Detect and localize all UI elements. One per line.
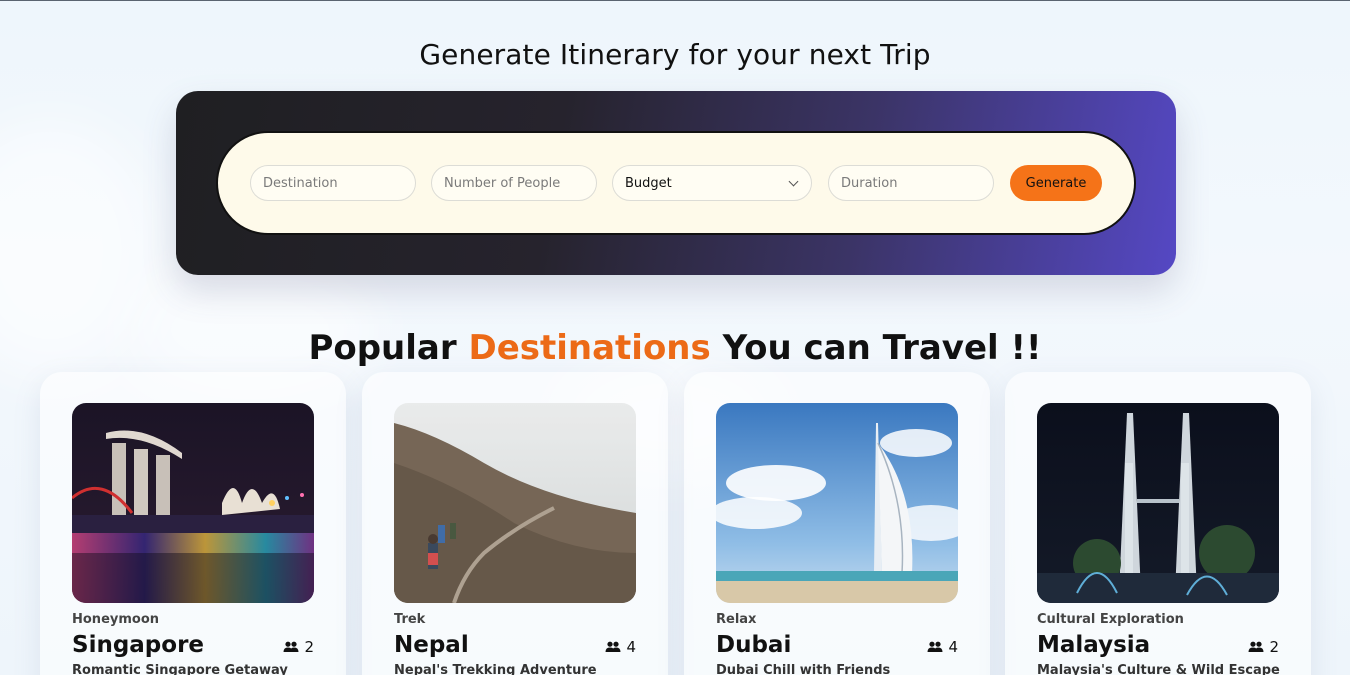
duration-input[interactable]: Duration	[828, 165, 994, 201]
card-title: Dubai	[716, 632, 792, 658]
section-title-part1: Popular	[308, 328, 469, 368]
dubai-photo	[716, 403, 958, 603]
card-subtitle: Nepal's Trekking Adventure	[394, 663, 597, 675]
destination-placeholder: Destination	[263, 175, 338, 191]
card-people-count: 4	[605, 638, 636, 656]
destination-card-malaysia[interactable]: Cultural Exploration Malaysia 2 Malaysia…	[1005, 372, 1311, 675]
card-title: Singapore	[72, 632, 205, 658]
search-bar: Destination Number of People Budget Dura…	[216, 131, 1136, 235]
group-icon	[1248, 641, 1264, 652]
generate-button[interactable]: Generate	[1010, 165, 1102, 201]
card-people-count: 2	[283, 638, 314, 656]
card-subtitle: Dubai Chill with Friends	[716, 663, 891, 675]
card-subtitle: Malaysia's Culture & Wild Escape	[1037, 663, 1280, 675]
section-title-part2: You can Travel !!	[710, 328, 1042, 368]
destination-input[interactable]: Destination	[250, 165, 416, 201]
group-icon	[283, 641, 299, 652]
people-count: 4	[626, 638, 636, 656]
card-category: Cultural Exploration	[1037, 612, 1184, 627]
card-title: Nepal	[394, 632, 469, 658]
group-icon	[927, 641, 943, 652]
nepal-photo	[394, 403, 636, 603]
card-category: Honeymoon	[72, 612, 160, 627]
people-count: 4	[948, 638, 958, 656]
card-category: Trek	[394, 612, 426, 627]
group-icon	[605, 641, 621, 652]
singapore-photo	[72, 403, 314, 603]
destination-card-dubai[interactable]: Relax Dubai 4 Dubai Chill with Friends	[684, 372, 990, 675]
duration-placeholder: Duration	[841, 175, 898, 191]
destination-card-nepal[interactable]: Trek Nepal 4 Nepal's Trekking Adventure	[362, 372, 668, 675]
people-count: 2	[304, 638, 314, 656]
budget-select[interactable]: Budget	[612, 165, 812, 201]
card-people-count: 2	[1248, 638, 1279, 656]
itinerary-search-panel: Destination Number of People Budget Dura…	[176, 91, 1176, 275]
card-category: Relax	[716, 612, 757, 627]
page-title: Generate Itinerary for your next Trip	[419, 38, 931, 71]
chevron-down-icon	[788, 176, 799, 186]
card-subtitle: Romantic Singapore Getaway	[72, 663, 288, 675]
section-title-accent: Destinations	[468, 328, 711, 368]
people-count: 2	[1269, 638, 1279, 656]
card-people-count: 4	[927, 638, 958, 656]
people-input[interactable]: Number of People	[431, 165, 597, 201]
destination-card-singapore[interactable]: Honeymoon Singapore 2 Romantic Singapore…	[40, 372, 346, 675]
card-title: Malaysia	[1037, 632, 1151, 658]
section-title: Popular Destinations You can Travel !!	[0, 328, 1350, 368]
budget-value: Budget	[625, 175, 672, 191]
malaysia-photo	[1037, 403, 1279, 603]
people-placeholder: Number of People	[444, 175, 561, 191]
top-border	[0, 0, 1350, 1]
